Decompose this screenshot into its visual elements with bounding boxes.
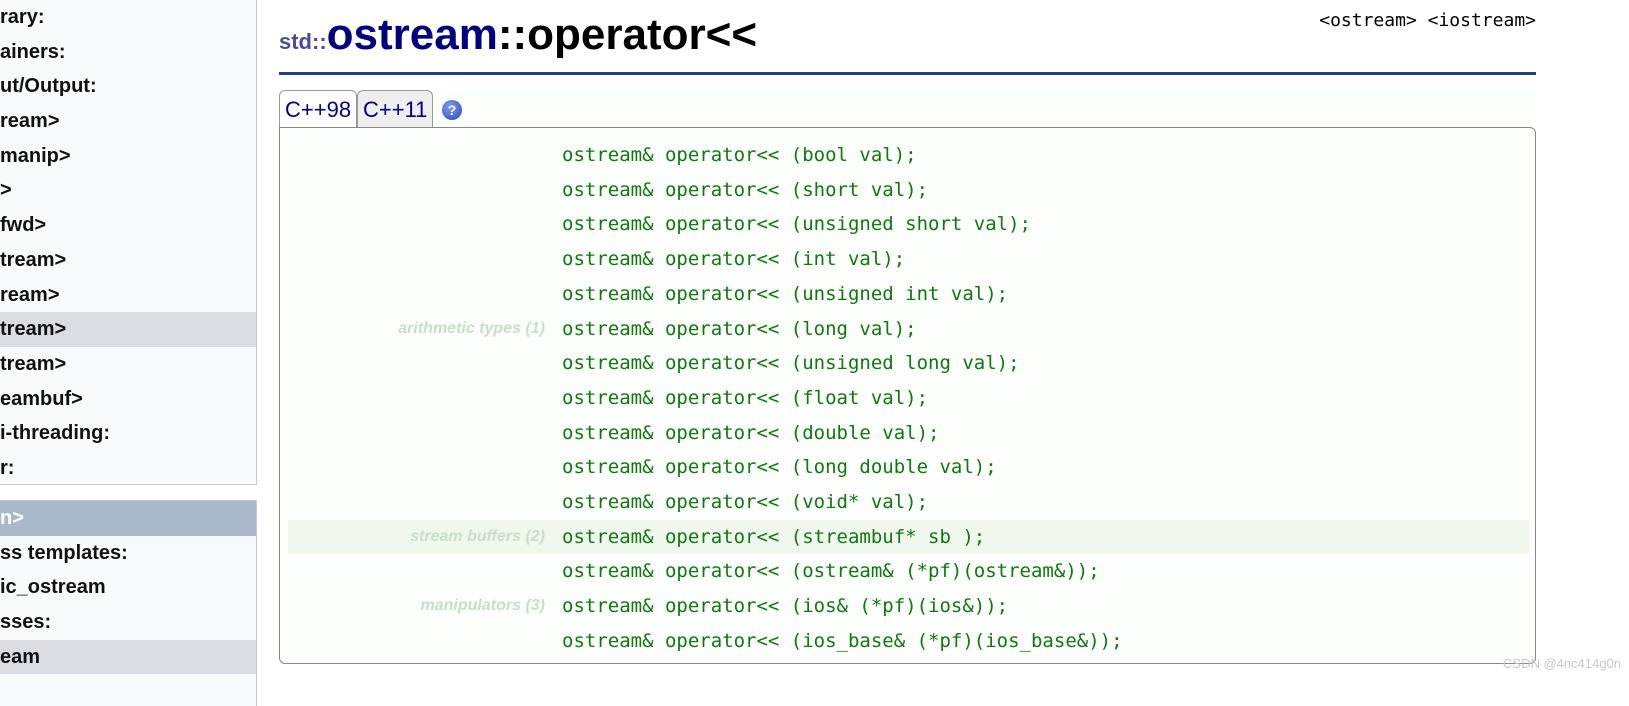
prototype-code: ostream& operator<< (void* val); — [562, 491, 929, 513]
sidebar-item[interactable]: ic_ostream — [0, 570, 256, 605]
group-label: manipulators (3) — [420, 597, 545, 615]
sidebar-item[interactable]: ream> — [0, 278, 256, 313]
tab-cpp98[interactable]: C++98 — [279, 90, 358, 129]
watermark: CSDN @4nc414g0n — [1503, 656, 1621, 671]
question-circle-icon[interactable]: ? — [442, 100, 462, 120]
prototype-code: ostream& operator<< (float val); — [562, 386, 929, 409]
page-title: std::ostream::operator<< — [279, 10, 757, 60]
sidebar-item[interactable]: sses: — [0, 605, 256, 640]
prototype-row: ostream& operator<< (unsigned int val); — [288, 277, 1529, 312]
sidebar-item[interactable]: n> — [0, 501, 256, 536]
prototype-code: ostream& operator<< (short val); — [562, 178, 929, 201]
sidebar-item[interactable]: eambuf> — [0, 382, 256, 417]
prototype-row: ostream& operator<< (int val); — [288, 242, 1529, 277]
prototype-row: ostream& operator<< (void* val); — [288, 485, 1529, 520]
header-files: <ostream> <iostream> — [1319, 10, 1536, 31]
sidebar-item[interactable]: tream> — [0, 243, 256, 278]
group-label: arithmetic types (1) — [398, 319, 545, 337]
sidebar-item[interactable]: manip> — [0, 139, 256, 174]
prototype-code: ostream& operator<< (int val); — [562, 248, 906, 271]
tab-cpp11[interactable]: C++11 — [357, 90, 434, 128]
sidebar-item[interactable]: ream> — [0, 104, 256, 139]
title-namespace: std:: — [279, 29, 327, 54]
sidebar-header-members: n> ss templates: ic_ostream sses: eam — [0, 500, 257, 706]
sidebar-item[interactable]: eam — [0, 639, 256, 675]
prototype-row: ostream& operator<< (short val); — [288, 173, 1529, 208]
prototype-code: ostream& operator<< (unsigned long val); — [562, 352, 1020, 375]
prototype-code: ostream& operator<< (unsigned int val); — [562, 282, 1009, 305]
prototype-code: ostream& operator<< (long val); — [562, 317, 917, 340]
title-class[interactable]: ostream — [327, 10, 498, 59]
prototype-code: ostream& operator<< (ostream& (*pf)(ostr… — [562, 560, 1100, 583]
prototype-code: ostream& operator<< (unsigned short val)… — [562, 213, 1031, 236]
prototype-row: ostream& operator<< (unsigned long val); — [288, 346, 1529, 381]
prototype-code: ostream& operator<< (streambuf* sb ); — [562, 525, 986, 548]
prototype-row: ostream& operator<< (double val); — [288, 416, 1529, 451]
sidebar-item[interactable]: fwd> — [0, 208, 256, 243]
sidebar-item[interactable]: r: — [0, 451, 256, 486]
sidebar-item[interactable]: tream> — [0, 347, 256, 382]
sidebar-item[interactable]: ainers: — [0, 35, 256, 70]
prototype-code: ostream& operator<< (ios_base& (*pf)(ios… — [562, 629, 1123, 652]
prototype-row: ostream& operator<< (float val); — [288, 381, 1529, 416]
prototype-row: ostream& operator<< (ostream& (*pf)(ostr… — [288, 554, 1529, 589]
sidebar-item[interactable]: > — [0, 173, 256, 208]
prototypes-box: ostream& operator<< (bool val); ostream& … — [279, 127, 1536, 664]
prototype-row: ostream& operator<< (ios_base& (*pf)(ios… — [288, 624, 1529, 659]
sidebar-item[interactable]: i-threading: — [0, 416, 256, 451]
sidebar-reference: rary: ainers: ut/Output: ream> manip> > fwd> tr… — [0, 0, 257, 485]
sidebar-item[interactable]: tream> — [0, 312, 256, 347]
group-label: stream buffers (2) — [410, 527, 545, 545]
version-tabs: C++98 C++11 ? — [279, 90, 1536, 129]
prototype-row: ostream& operator<< (unsigned short val)… — [288, 207, 1529, 242]
sidebar-item[interactable]: ut/Output: — [0, 69, 256, 104]
title-member: ::operator<< — [497, 10, 758, 59]
title-divider — [279, 72, 1536, 75]
sidebar-item[interactable]: rary: — [0, 0, 256, 35]
sidebar-item[interactable]: ss templates: — [0, 536, 256, 571]
prototype-code: ostream& operator<< (long double val); — [562, 456, 997, 479]
prototype-code: ostream& operator<< (double val); — [562, 421, 940, 444]
prototype-code: ostream& operator<< (ios& (*pf)(ios&)); — [562, 595, 1009, 618]
prototype-row: ostream& operator<< (long double val); — [288, 450, 1529, 485]
prototype-code: ostream& operator<< (bool val); — [562, 144, 917, 166]
prototype-row: ostream& operator<< (bool val); — [288, 138, 1529, 173]
